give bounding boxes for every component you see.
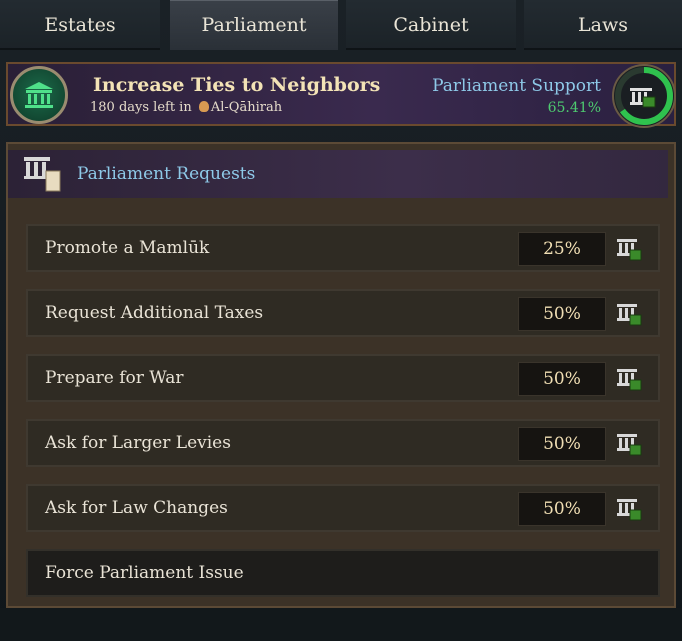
request-percent: 25%: [518, 232, 606, 266]
force-issue-label: Force Parliament Issue: [45, 563, 244, 583]
parliament-support-label: Parliament Support: [432, 76, 601, 96]
request-label: Prepare for War: [45, 368, 184, 388]
bottom-backdrop: [0, 608, 682, 641]
parliament-approve-icon: [616, 368, 642, 391]
parliament-approve-icon: [630, 88, 656, 108]
panel-title: Parliament Requests: [77, 164, 256, 184]
tab-laws-label: Laws: [578, 14, 628, 36]
parliament-approve-icon: [616, 238, 642, 261]
agenda-subtitle: 180 days left in Al-Qāhirah: [90, 100, 282, 115]
request-label: Request Additional Taxes: [45, 303, 264, 323]
parliament-building-icon: [10, 66, 68, 124]
tab-cabinet-label: Cabinet: [393, 14, 469, 36]
request-row[interactable]: Promote a Mamlūk 25%: [26, 224, 660, 272]
request-label: Ask for Law Changes: [45, 498, 228, 518]
request-percent: 50%: [518, 362, 606, 396]
tab-estates-label: Estates: [44, 14, 116, 36]
request-row[interactable]: Ask for Larger Levies 50%: [26, 419, 660, 467]
tab-parliament[interactable]: Parliament: [170, 0, 338, 50]
tab-estates[interactable]: Estates: [0, 0, 160, 50]
parliament-screen: Estates Parliament Cabinet Laws Increase…: [0, 0, 682, 641]
request-percent: 50%: [518, 427, 606, 461]
parliament-support-value: 65.41%: [547, 100, 601, 116]
tab-cabinet[interactable]: Cabinet: [346, 0, 516, 50]
parliament-scroll-icon: [24, 157, 61, 192]
parliament-support-ring: [612, 64, 676, 128]
location-icon: [198, 101, 209, 112]
request-label: Ask for Larger Levies: [45, 433, 231, 453]
tab-parliament-label: Parliament: [201, 14, 307, 36]
request-label: Promote a Mamlūk: [45, 238, 210, 258]
parliament-approve-icon: [616, 303, 642, 326]
request-row[interactable]: Request Additional Taxes 50%: [26, 289, 660, 337]
tab-laws[interactable]: Laws: [524, 0, 682, 50]
parliament-approve-icon: [616, 498, 642, 521]
force-parliament-issue-button[interactable]: Force Parliament Issue: [26, 549, 660, 597]
tab-bar: Estates Parliament Cabinet Laws: [0, 0, 682, 52]
location-link[interactable]: Al-Qāhirah: [211, 100, 282, 115]
agenda-title: Increase Ties to Neighbors: [93, 74, 381, 96]
parliament-approve-icon: [616, 433, 642, 456]
request-percent: 50%: [518, 297, 606, 331]
request-row[interactable]: Ask for Law Changes 50%: [26, 484, 660, 532]
request-row[interactable]: Prepare for War 50%: [26, 354, 660, 402]
request-percent: 50%: [518, 492, 606, 526]
days-left-text: 180 days left in: [90, 100, 192, 115]
